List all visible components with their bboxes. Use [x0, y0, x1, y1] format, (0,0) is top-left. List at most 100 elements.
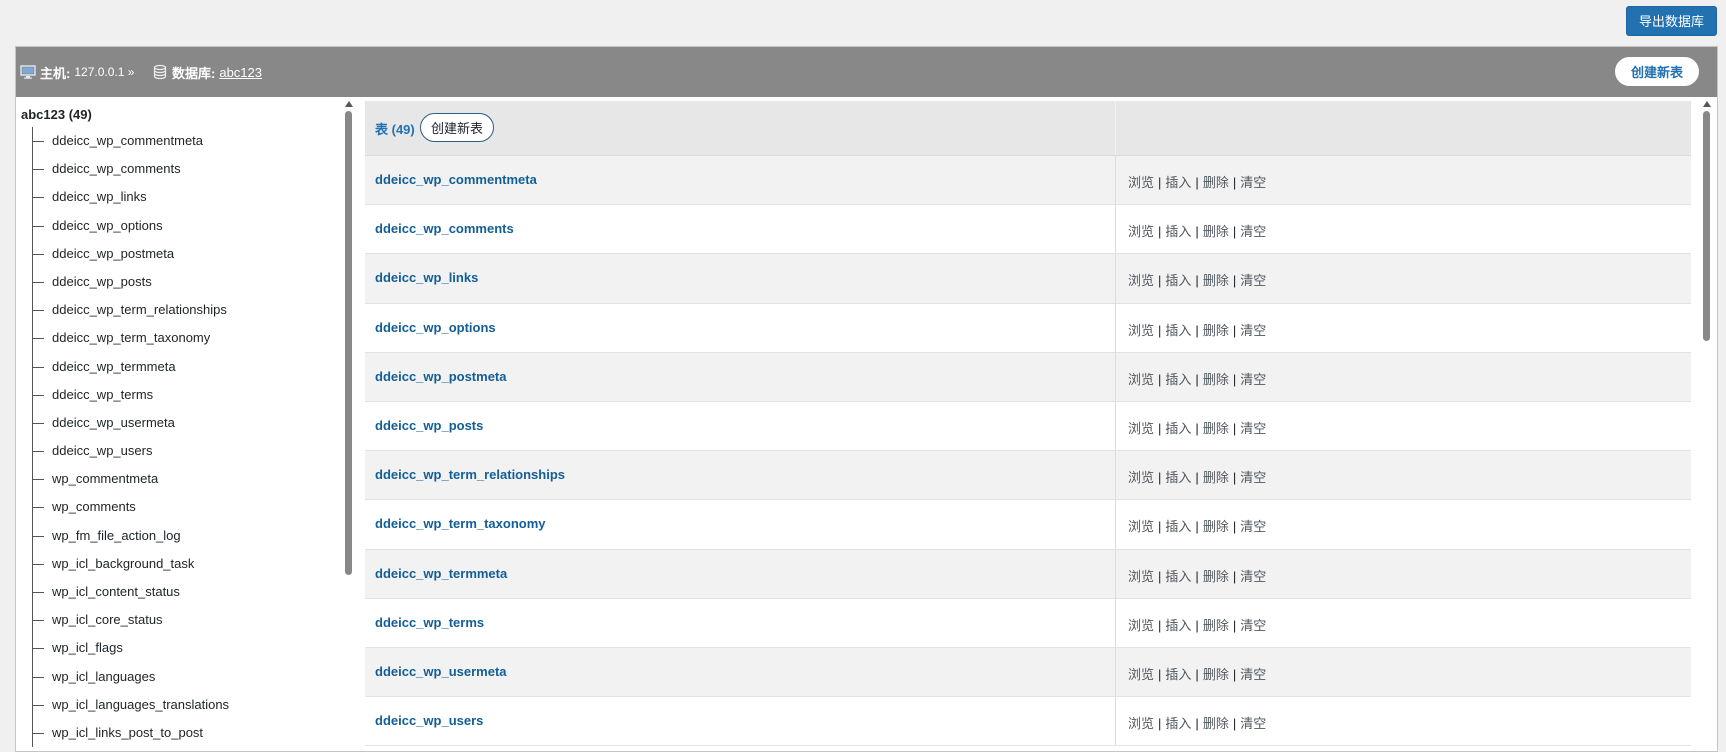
insert-link[interactable]: 插入: [1165, 224, 1191, 239]
table-name-link[interactable]: ddeicc_wp_termmeta: [375, 566, 507, 581]
tree-item[interactable]: ddeicc_wp_termmeta: [16, 353, 229, 381]
empty-link[interactable]: 清空: [1240, 224, 1266, 239]
tree-item[interactable]: ddeicc_wp_posts: [16, 268, 229, 296]
tree-item[interactable]: ddeicc_wp_comments: [16, 155, 229, 183]
tree-scrollbar[interactable]: [344, 99, 354, 751]
empty-link[interactable]: 清空: [1240, 569, 1266, 584]
tree-item[interactable]: wp_commentmeta: [16, 465, 229, 493]
table-name-link[interactable]: ddeicc_wp_term_taxonomy: [375, 516, 546, 531]
empty-link[interactable]: 清空: [1240, 372, 1266, 387]
empty-link[interactable]: 清空: [1240, 667, 1266, 682]
action-separator: |: [1232, 273, 1237, 289]
delete-link[interactable]: 删除: [1203, 175, 1229, 190]
browse-link[interactable]: 浏览: [1128, 618, 1154, 633]
insert-link[interactable]: 插入: [1165, 569, 1191, 584]
delete-link[interactable]: 删除: [1203, 323, 1229, 338]
insert-link[interactable]: 插入: [1165, 618, 1191, 633]
tree-item[interactable]: wp_icl_links_post_to_post: [16, 719, 229, 747]
table-name-link[interactable]: ddeicc_wp_commentmeta: [375, 172, 537, 187]
tree-item[interactable]: ddeicc_wp_terms: [16, 381, 229, 409]
browse-link[interactable]: 浏览: [1128, 372, 1154, 387]
table-name-link[interactable]: ddeicc_wp_term_relationships: [375, 467, 565, 482]
scroll-up-icon[interactable]: [345, 101, 353, 107]
tree-item[interactable]: ddeicc_wp_term_taxonomy: [16, 324, 229, 352]
table-name-link[interactable]: ddeicc_wp_comments: [375, 221, 514, 236]
grid-scrollbar[interactable]: [1702, 99, 1712, 751]
tree-item[interactable]: wp_icl_languages_translations: [16, 691, 229, 719]
export-database-button[interactable]: 导出数据库: [1625, 6, 1717, 36]
browse-link[interactable]: 浏览: [1128, 175, 1154, 190]
delete-link[interactable]: 删除: [1203, 470, 1229, 485]
browse-link[interactable]: 浏览: [1128, 224, 1154, 239]
table-name-link[interactable]: ddeicc_wp_options: [375, 320, 496, 335]
tree-item[interactable]: ddeicc_wp_usermeta: [16, 409, 229, 437]
empty-link[interactable]: 清空: [1240, 618, 1266, 633]
table-count[interactable]: 表 (49): [375, 119, 415, 138]
tree-item[interactable]: ddeicc_wp_links: [16, 183, 229, 211]
empty-link[interactable]: 清空: [1240, 716, 1266, 731]
insert-link[interactable]: 插入: [1165, 273, 1191, 288]
tree-item[interactable]: wp_icl_background_task: [16, 550, 229, 578]
empty-link[interactable]: 清空: [1240, 175, 1266, 190]
insert-link[interactable]: 插入: [1165, 323, 1191, 338]
empty-link[interactable]: 清空: [1240, 519, 1266, 534]
tree-item[interactable]: wp_fm_file_action_log: [16, 522, 229, 550]
delete-link[interactable]: 删除: [1203, 618, 1229, 633]
table-row: ddeicc_wp_users 浏览 | 插入 | 删除 | 清空: [365, 697, 1691, 747]
tree-item[interactable]: wp_comments: [16, 493, 229, 521]
delete-link[interactable]: 删除: [1203, 569, 1229, 584]
scroll-up-icon[interactable]: [1703, 101, 1711, 107]
table-name-link[interactable]: ddeicc_wp_links: [375, 270, 478, 285]
tree-item[interactable]: wp_icl_flags: [16, 634, 229, 662]
empty-link[interactable]: 清空: [1240, 470, 1266, 485]
empty-link[interactable]: 清空: [1240, 273, 1266, 288]
delete-link[interactable]: 删除: [1203, 224, 1229, 239]
insert-link[interactable]: 插入: [1165, 519, 1191, 534]
delete-link[interactable]: 删除: [1203, 519, 1229, 534]
tree-item[interactable]: ddeicc_wp_term_relationships: [16, 296, 229, 324]
insert-link[interactable]: 插入: [1165, 175, 1191, 190]
delete-link[interactable]: 删除: [1203, 372, 1229, 387]
table-name-link[interactable]: ddeicc_wp_users: [375, 713, 483, 728]
browse-link[interactable]: 浏览: [1128, 569, 1154, 584]
insert-link[interactable]: 插入: [1165, 470, 1191, 485]
table-row: ddeicc_wp_links 浏览 | 插入 | 删除 | 清空: [365, 254, 1691, 304]
tree-item[interactable]: wp_icl_core_status: [16, 606, 229, 634]
delete-link[interactable]: 删除: [1203, 716, 1229, 731]
tree-item[interactable]: ddeicc_wp_users: [16, 437, 229, 465]
table-name-link[interactable]: ddeicc_wp_postmeta: [375, 369, 507, 384]
insert-link[interactable]: 插入: [1165, 716, 1191, 731]
insert-link[interactable]: 插入: [1165, 667, 1191, 682]
grid-scroll-thumb[interactable]: [1703, 111, 1710, 341]
create-table-header-button[interactable]: 创建新表: [1614, 57, 1699, 86]
breadcrumb-host: 主机: 127.0.0.1 »: [20, 47, 134, 97]
browse-link[interactable]: 浏览: [1128, 470, 1154, 485]
empty-link[interactable]: 清空: [1240, 323, 1266, 338]
tree-item[interactable]: ddeicc_wp_commentmeta: [16, 127, 229, 155]
insert-link[interactable]: 插入: [1165, 372, 1191, 387]
browse-link[interactable]: 浏览: [1128, 716, 1154, 731]
tree-item[interactable]: wp_icl_content_status: [16, 578, 229, 606]
tree-item[interactable]: ddeicc_wp_options: [16, 212, 229, 240]
browse-link[interactable]: 浏览: [1128, 421, 1154, 436]
database-link[interactable]: abc123: [219, 65, 262, 80]
tree-root[interactable]: abc123 (49): [21, 107, 92, 122]
browse-link[interactable]: 浏览: [1128, 273, 1154, 288]
table-name-link[interactable]: ddeicc_wp_terms: [375, 615, 484, 630]
table-row: ddeicc_wp_termmeta 浏览 | 插入 | 删除 | 清空: [365, 549, 1691, 599]
tree-item[interactable]: ddeicc_wp_postmeta: [16, 240, 229, 268]
delete-link[interactable]: 删除: [1203, 421, 1229, 436]
tree-item[interactable]: wp_icl_languages: [16, 663, 229, 691]
browse-link[interactable]: 浏览: [1128, 519, 1154, 534]
delete-link[interactable]: 删除: [1203, 273, 1229, 288]
column-divider: [1115, 647, 1116, 697]
empty-link[interactable]: 清空: [1240, 421, 1266, 436]
browse-link[interactable]: 浏览: [1128, 667, 1154, 682]
insert-link[interactable]: 插入: [1165, 421, 1191, 436]
table-name-link[interactable]: ddeicc_wp_usermeta: [375, 664, 507, 679]
browse-link[interactable]: 浏览: [1128, 323, 1154, 338]
create-table-button[interactable]: 创建新表: [420, 113, 495, 142]
table-name-link[interactable]: ddeicc_wp_posts: [375, 418, 483, 433]
tree-scroll-thumb[interactable]: [345, 111, 352, 575]
delete-link[interactable]: 删除: [1203, 667, 1229, 682]
